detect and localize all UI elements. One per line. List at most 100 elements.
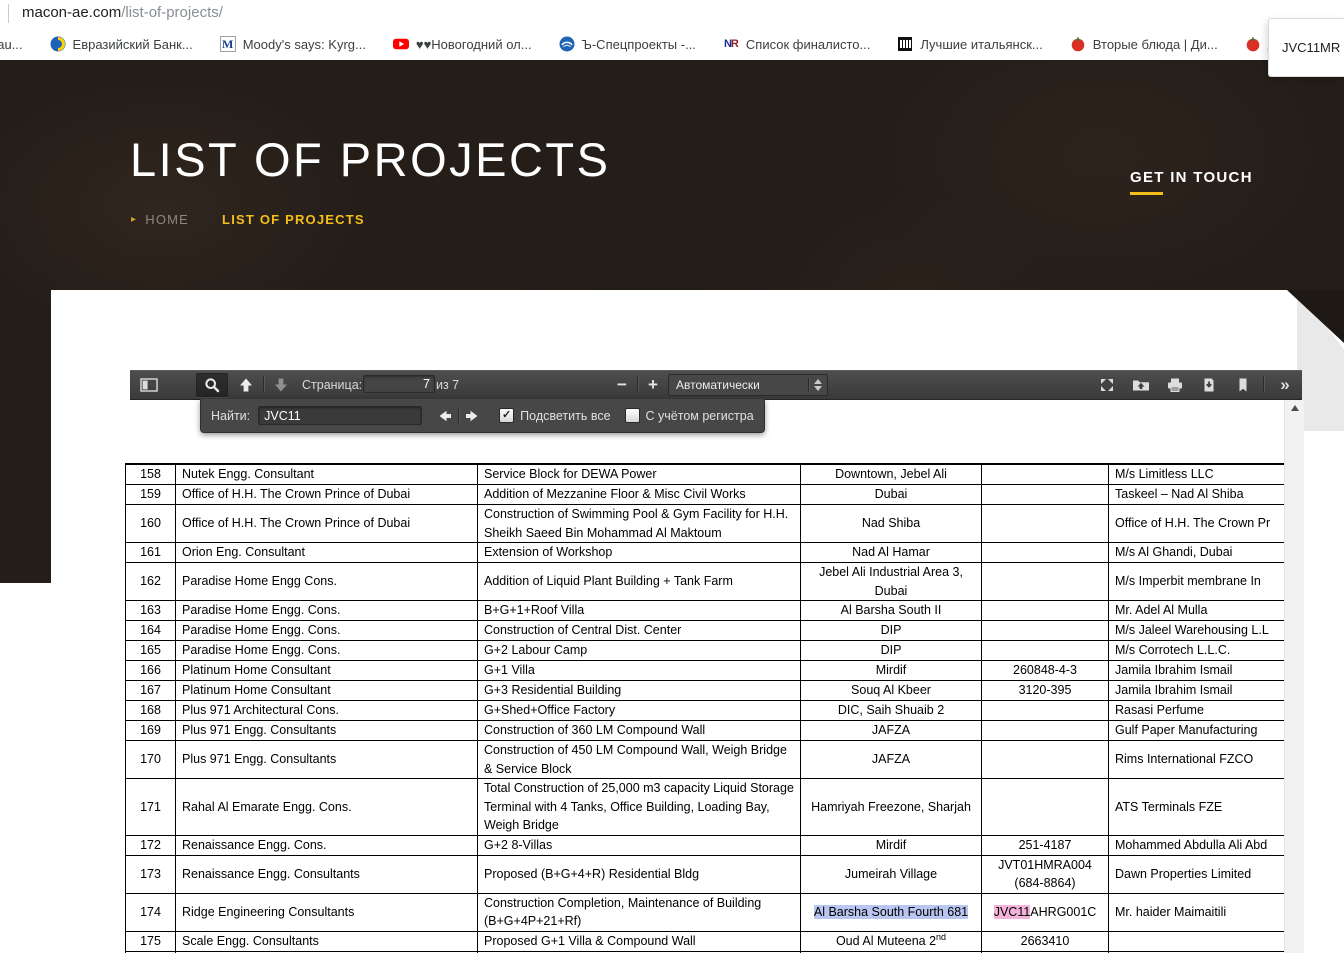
breadcrumb-current: LIST OF PROJECTS bbox=[222, 212, 365, 227]
bookmark-item[interactable]: M Moody's says: Kyrg... bbox=[220, 36, 366, 52]
tomato-icon bbox=[1070, 36, 1086, 52]
table-cell: G+2 Labour Camp bbox=[478, 641, 801, 661]
table-cell: Mr. haider Maimaitili bbox=[1109, 893, 1285, 931]
table-cell: Renaissance Engg. Cons. bbox=[176, 835, 478, 855]
table-cell bbox=[1109, 931, 1285, 951]
more-tools-button[interactable]: » bbox=[1270, 370, 1298, 399]
table-cell bbox=[982, 641, 1109, 661]
bookmark-item[interactable]: Ъ-Спецпроекты -... bbox=[559, 36, 696, 52]
table-cell: Paradise Home Engg Cons. bbox=[176, 563, 478, 601]
find-suggestion-popup: JVC11MR bbox=[1268, 18, 1344, 77]
table-cell bbox=[982, 505, 1109, 543]
plus-icon: + bbox=[648, 375, 658, 395]
table-cell: JAFZA bbox=[801, 741, 982, 779]
address-bar[interactable]: macon-ae.com/list-of-projects/ bbox=[22, 4, 223, 21]
toolbar-separator bbox=[637, 376, 638, 392]
find-suggestion-item[interactable]: JVC11MR bbox=[1282, 40, 1340, 55]
table-cell: Total Construction of 25,000 m3 capacity… bbox=[478, 779, 801, 836]
youtube-icon bbox=[393, 36, 409, 52]
find-toggle-button[interactable] bbox=[196, 373, 228, 397]
eurasian-bank-icon bbox=[50, 36, 66, 52]
table-cell: 2663410 bbox=[982, 931, 1109, 951]
zoom-select-value: Автоматически bbox=[676, 378, 808, 392]
arrow-down-icon bbox=[272, 377, 290, 393]
breadcrumb-arrow-icon: ▸ bbox=[131, 214, 137, 225]
pdf-scrollbar[interactable] bbox=[1284, 399, 1304, 953]
table-cell: 164 bbox=[126, 621, 176, 641]
bookmark-item[interactable]: Лучшие итальянск... bbox=[897, 36, 1042, 52]
bookmark-button[interactable] bbox=[1229, 370, 1257, 399]
fullscreen-icon bbox=[1099, 377, 1115, 393]
table-cell: Platinum Home Consultant bbox=[176, 661, 478, 681]
open-file-button[interactable] bbox=[1127, 370, 1155, 399]
table-row: 158Nutek Engg. ConsultantService Block f… bbox=[126, 464, 1285, 485]
breadcrumb-home-link[interactable]: HOME bbox=[145, 212, 189, 227]
next-page-button[interactable] bbox=[267, 370, 295, 399]
arrow-right-icon bbox=[463, 408, 481, 424]
table-cell: 159 bbox=[126, 485, 176, 505]
table-cell bbox=[982, 741, 1109, 779]
zoom-out-button[interactable]: − bbox=[610, 370, 634, 399]
find-previous-button[interactable] bbox=[432, 401, 458, 430]
table-cell bbox=[982, 779, 1109, 836]
table-cell: Rasasi Perfume bbox=[1109, 701, 1285, 721]
table-cell: Al Barsha South Fourth 681 bbox=[801, 893, 982, 931]
browser-chrome: macon-ae.com/list-of-projects/ eau... Ев… bbox=[0, 0, 1344, 60]
table-row: 173Renaissance Engg. ConsultantsProposed… bbox=[126, 855, 1285, 893]
table-cell: Mirdif bbox=[801, 835, 982, 855]
match-case-checkbox[interactable]: ✓ С учётом регистра bbox=[625, 408, 754, 423]
zoom-in-button[interactable]: + bbox=[641, 370, 665, 399]
find-input[interactable] bbox=[258, 406, 422, 425]
bookmark-label: Евразийский Банк... bbox=[73, 37, 193, 52]
table-cell: Mirdif bbox=[801, 661, 982, 681]
bookmark-item[interactable]: eau... bbox=[0, 37, 23, 52]
previous-page-button[interactable] bbox=[232, 370, 260, 399]
table-cell: Nad Al Hamar bbox=[801, 543, 982, 563]
moodys-icon: M bbox=[220, 36, 236, 52]
table-cell: Plus 971 Engg. Consultants bbox=[176, 741, 478, 779]
bookmark-label: Ъ-Спецпроекты -... bbox=[582, 37, 696, 52]
highlight-all-checkbox[interactable]: ✓ Подсветить все bbox=[499, 408, 610, 423]
get-in-touch-button[interactable]: GET IN TOUCH bbox=[1130, 169, 1253, 195]
kommersant-icon bbox=[559, 36, 575, 52]
table-cell bbox=[982, 701, 1109, 721]
arrow-left-icon bbox=[436, 408, 454, 424]
bookmarks-bar: eau... Евразийский Банк... M Moody's say… bbox=[0, 28, 1344, 60]
table-cell: Construction of 360 LM Compound Wall bbox=[478, 721, 801, 741]
match-case-label: С учётом регистра bbox=[646, 409, 754, 423]
table-cell: Hamriyah Freezone, Sharjah bbox=[801, 779, 982, 836]
table-row: 160Office of H.H. The Crown Prince of Du… bbox=[126, 505, 1285, 543]
table-cell: 167 bbox=[126, 681, 176, 701]
sidebar-toggle-button[interactable] bbox=[136, 370, 162, 399]
table-row: 172Renaissance Engg. Cons.G+2 8-VillasMi… bbox=[126, 835, 1285, 855]
bookmark-item[interactable]: Вторые блюда | Ди... bbox=[1070, 36, 1218, 52]
print-button[interactable] bbox=[1161, 370, 1189, 399]
table-cell: Paradise Home Engg. Cons. bbox=[176, 621, 478, 641]
table-cell bbox=[982, 464, 1109, 485]
table-cell: Souq Al Kbeer bbox=[801, 681, 982, 701]
table-row: 159Office of H.H. The Crown Prince of Du… bbox=[126, 485, 1285, 505]
table-cell: 158 bbox=[126, 464, 176, 485]
table-cell: Al Barsha South II bbox=[801, 601, 982, 621]
arrow-up-icon bbox=[237, 377, 255, 393]
toolbar-separator bbox=[1263, 376, 1264, 392]
table-row: 163Paradise Home Engg. Cons.B+G+1+Roof V… bbox=[126, 601, 1285, 621]
download-button[interactable] bbox=[1195, 370, 1223, 399]
bookmark-item[interactable]: NR Список финалисто... bbox=[723, 36, 870, 52]
scroll-up-button[interactable] bbox=[1285, 399, 1304, 416]
page-number-input[interactable] bbox=[363, 375, 435, 393]
zoom-select[interactable]: Автоматически bbox=[668, 374, 828, 396]
table-cell: M/s Corrotech L.L.C. bbox=[1109, 641, 1285, 661]
bookmark-item[interactable]: Евразийский Банк... bbox=[50, 36, 193, 52]
table-row: 168Plus 971 Architectural Cons.G+Shed+Of… bbox=[126, 701, 1285, 721]
table-cell: Paradise Home Engg. Cons. bbox=[176, 641, 478, 661]
table-cell: 168 bbox=[126, 701, 176, 721]
bookmark-item[interactable]: ♥♥Новогодний ол... bbox=[393, 36, 532, 52]
presentation-mode-button[interactable] bbox=[1093, 370, 1121, 399]
find-next-button[interactable] bbox=[459, 401, 485, 430]
table-cell: Construction of Swimming Pool & Gym Faci… bbox=[478, 505, 801, 543]
table-cell bbox=[982, 721, 1109, 741]
table-cell: B+G+1+Roof Villa bbox=[478, 601, 801, 621]
double-chevron-icon: » bbox=[1280, 375, 1287, 395]
nr-icon: NR bbox=[723, 36, 739, 52]
